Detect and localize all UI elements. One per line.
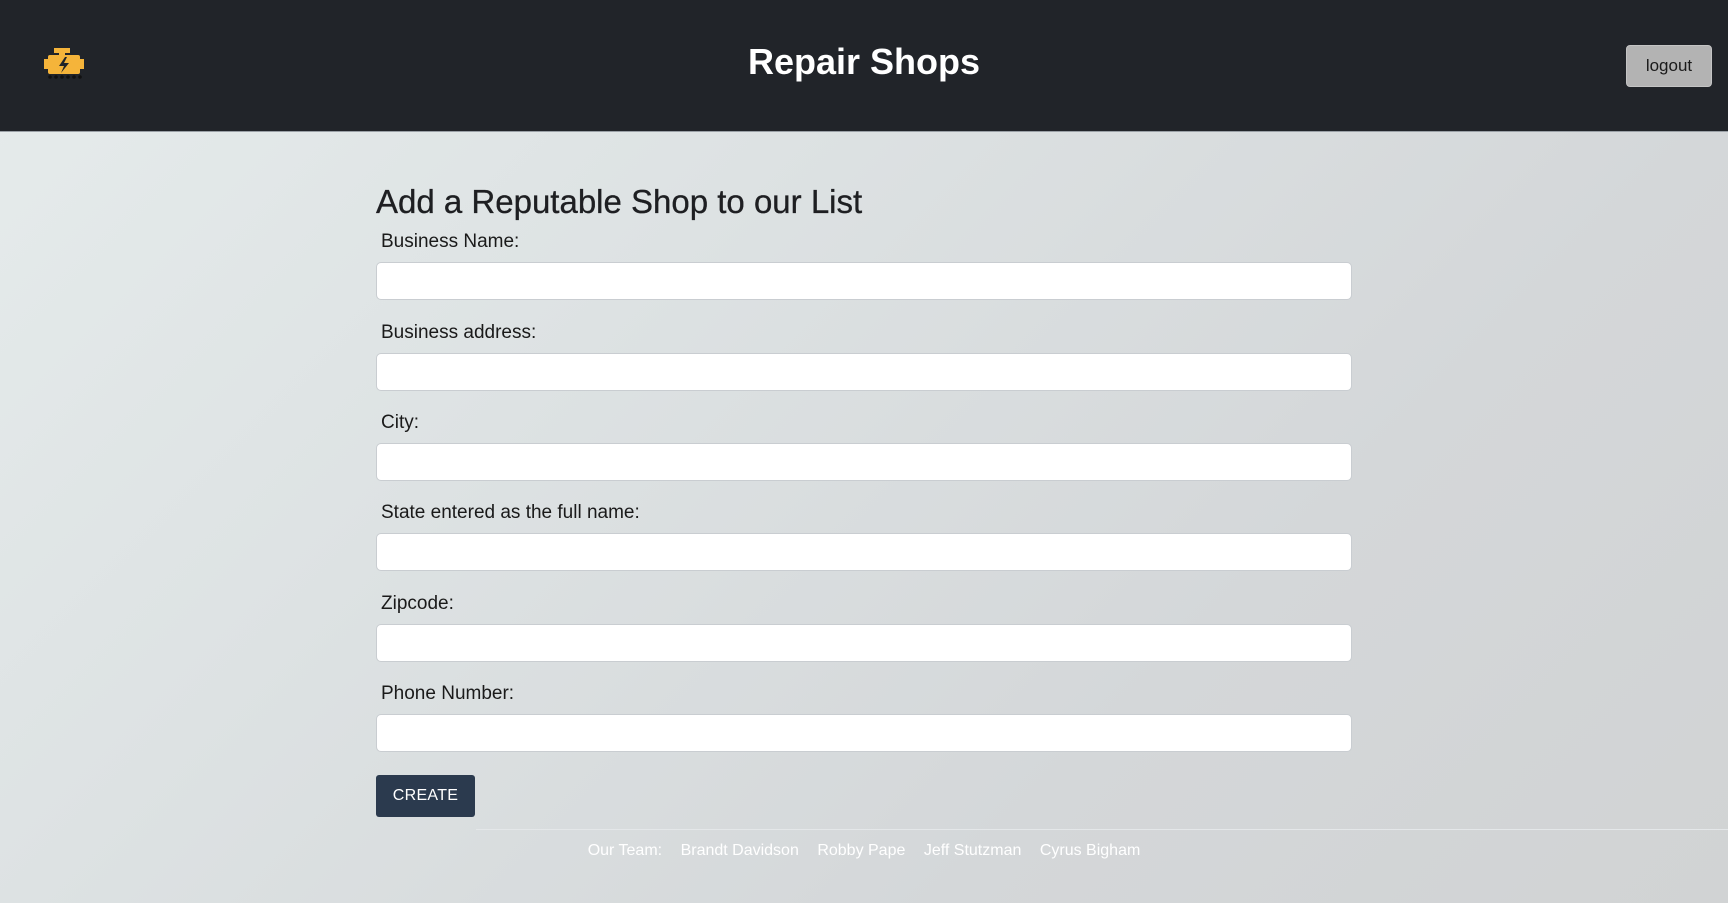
team-member-link[interactable]: Brandt Davidson	[681, 842, 799, 859]
business-address-label: Business address:	[381, 322, 537, 343]
state-input[interactable]	[376, 533, 1352, 571]
zipcode-input[interactable]	[376, 624, 1352, 662]
footer-divider	[476, 829, 1728, 830]
team-member-link[interactable]: Cyrus Bigham	[1040, 842, 1140, 859]
create-button[interactable]: CREATE	[376, 775, 475, 817]
business-address-group: Business address:	[376, 321, 1352, 391]
team-label: Our Team:	[587, 842, 663, 859]
business-address-input[interactable]	[376, 353, 1352, 391]
team-member-link[interactable]: Robby Pape	[817, 842, 905, 859]
top-navbar: Repair Shops logout	[0, 0, 1728, 132]
form-title: Add a Reputable Shop to our List	[376, 183, 863, 220]
zipcode-group: Zipcode:	[376, 592, 1352, 662]
city-group: City:	[376, 411, 1352, 481]
city-input[interactable]	[376, 443, 1352, 481]
phone-number-label: Phone Number:	[381, 683, 515, 704]
app-title: Repair Shops	[747, 41, 981, 82]
state-label: State entered as the full name:	[381, 502, 640, 523]
business-name-label: Business Name:	[381, 231, 520, 252]
phone-number-input[interactable]	[376, 714, 1352, 752]
city-label: City:	[381, 412, 419, 433]
add-shop-form: Add a Reputable Shop to our List Busines…	[376, 178, 1352, 752]
logout-button[interactable]: logout	[1626, 45, 1712, 87]
phone-number-group: Phone Number:	[376, 682, 1352, 752]
state-group: State entered as the full name:	[376, 501, 1352, 571]
team-footer: Our Team: Brandt Davidson Robby Pape Jef…	[0, 841, 1728, 861]
business-name-group: Business Name:	[376, 230, 1352, 300]
business-name-input[interactable]	[376, 262, 1352, 300]
team-member-link[interactable]: Jeff Stutzman	[924, 842, 1022, 859]
zipcode-label: Zipcode:	[381, 593, 454, 614]
